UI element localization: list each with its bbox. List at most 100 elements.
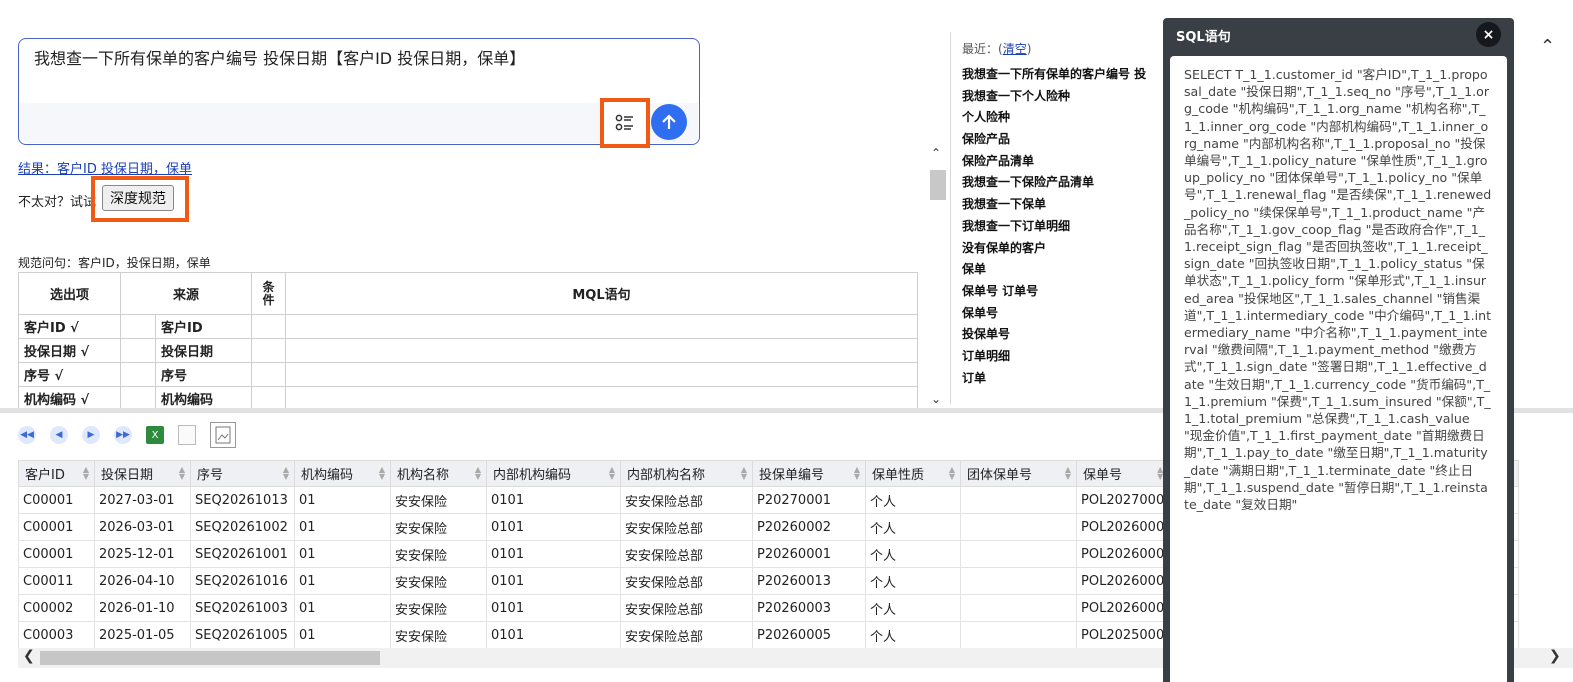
table-cell: POL2027000 [1075,486,1170,514]
table-cell: 个人 [865,567,961,595]
recent-item[interactable]: 没有保单的客户 [962,238,1167,260]
grid-toolbar: ◀◀ ◀ ▶ ▶▶ X [18,421,236,449]
grid-column-header[interactable]: 机构名称 ▲ ▼ [390,460,487,487]
mapping-table-clip: 选出项 来源 条件 MQL语句 客户ID √ 客户ID 投保日期 √ 投保日期 … [0,0,920,410]
recent-list: 我想查一下所有保单的客户编号 投 我想查一下个人险种 个人险种 保险产品 保险产… [962,64,1167,389]
horizontal-scroll-thumb[interactable] [40,651,380,665]
table-cell: P20270001 [752,486,866,514]
sql-popup-body[interactable]: SELECT T_1_1.customer_id "客户ID",T_1_1.pr… [1170,56,1507,682]
table-cell: 个人 [865,486,961,514]
grid-column-header[interactable]: 序号 ▲ ▼ [190,460,295,487]
recent-item[interactable]: 我想查一下所有保单的客户编号 投 [962,64,1167,86]
table-cell: 个人 [865,540,961,568]
excel-export-icon[interactable]: X [146,426,164,444]
sort-icon[interactable]: ▲▼ [179,466,185,481]
sort-icon[interactable]: ▲▼ [83,466,89,481]
table-cell: 0101 [486,567,621,595]
table-cell: P20260001 [752,540,866,568]
map-source-cell: 机构编码 [155,386,252,410]
sort-icon[interactable]: ▲▼ [854,466,860,481]
grid-column-header[interactable]: 保单性质 ▲ ▼ [865,460,961,487]
sort-icon[interactable]: ▲▼ [609,466,615,481]
recent-scrollbar[interactable]: ⌃ ⌄ [928,146,948,410]
table-cell: 0101 [486,621,621,649]
sort-icon[interactable]: ▲▼ [379,466,385,481]
grid-column-header[interactable]: 团体保单号 ▲ ▼ [960,460,1077,487]
table-cell: SEQ20261002 [190,513,295,541]
recent-item[interactable]: 我想查一下保险产品清单 [962,172,1167,194]
document-icon[interactable] [178,425,196,445]
prev-page-icon[interactable]: ◀ [50,426,68,444]
sql-statement: SELECT T_1_1.customer_id "客户ID",T_1_1.pr… [1184,67,1492,513]
table-cell: SEQ20261016 [190,567,295,595]
map-source-cell: 序号 [155,362,252,387]
table-cell: P20260005 [752,621,866,649]
sort-icon[interactable]: ▲▼ [949,466,955,481]
table-cell: C00001 [18,513,95,541]
next-page-icon[interactable]: ▶ [82,426,100,444]
map-select-cell: 客户ID √ [18,314,121,339]
table-cell: 01 [294,486,391,514]
recent-item[interactable]: 保险产品清单 [962,151,1167,173]
recent-item[interactable]: 投保单号 [962,324,1167,346]
table-cell: P20260003 [752,594,866,622]
recent-item[interactable]: 保单号 [962,303,1167,325]
table-cell: C00001 [18,540,95,568]
sql-popup: SQL语句 × SELECT T_1_1.customer_id "客户ID",… [1163,18,1514,682]
recent-item[interactable]: 我想查一下个人险种 [962,86,1167,108]
close-icon[interactable]: × [1476,22,1501,47]
clear-recent-link[interactable]: 清空 [1003,42,1027,56]
sort-icon[interactable]: ▲▼ [475,466,481,481]
chevron-up-icon[interactable]: ⌃ [931,146,941,160]
image-export-icon[interactable] [210,422,236,448]
map-source-cell: 客户ID [155,314,252,339]
map-source-cell: 投保日期 [155,338,252,363]
table-cell: POL2026000 [1075,594,1170,622]
table-cell: SEQ20261013 [190,486,295,514]
panel-divider [950,32,951,404]
recent-item[interactable]: 订单 [962,368,1167,390]
recent-label: 最近：(清空) [962,42,1032,56]
grid-column-header[interactable]: 机构编码 ▲ ▼ [294,460,391,487]
recent-item[interactable]: 保险产品 [962,129,1167,151]
table-cell [960,486,1077,514]
table-cell: 0101 [486,486,621,514]
grid-column-header[interactable]: 保单号 ▲ ▼ [1075,460,1170,487]
map-select-cell: 机构编码 √ [18,386,121,410]
table-cell: 安安保险 [390,540,487,568]
table-cell: SEQ20261005 [190,621,295,649]
scroll-thumb[interactable] [930,170,946,200]
grid-column-header[interactable]: 内部机构编码 ▲ ▼ [486,460,621,487]
page: 我想查一下所有保单的客户编号 投保日期【客户ID 投保日期，保单】 结果：客户I… [0,0,1573,682]
table-cell: 安安保险总部 [620,486,753,514]
collapse-chevron-icon[interactable]: ⌃ [1540,36,1555,57]
first-page-icon[interactable]: ◀◀ [18,426,36,444]
map-header-select: 选出项 [18,272,121,315]
grid-column-header[interactable]: 客户ID ▲ ▼ [18,460,95,487]
recent-item[interactable]: 我想查一下保单 [962,194,1167,216]
table-cell: C00002 [18,594,95,622]
recent-item[interactable]: 订单明细 [962,346,1167,368]
last-page-icon[interactable]: ▶▶ [114,426,132,444]
recent-item[interactable]: 个人险种 [962,107,1167,129]
table-cell: 个人 [865,621,961,649]
grid-column-header[interactable]: 投保单编号 ▲ ▼ [752,460,866,487]
recent-item[interactable]: 我想查一下订单明细 [962,216,1167,238]
table-cell: 个人 [865,513,961,541]
chevron-down-icon[interactable]: ⌄ [931,392,941,406]
grid-column-header[interactable]: 投保日期 ▲ ▼ [94,460,191,487]
recent-item[interactable]: 保单号 订单号 [962,281,1167,303]
map-header-condition: 条件 [251,272,286,315]
table-cell: SEQ20261001 [190,540,295,568]
recent-item[interactable]: 保单 [962,259,1167,281]
scroll-right-icon[interactable]: ❯ [1549,648,1561,664]
sort-icon[interactable]: ▲▼ [741,466,747,481]
map-select-cell: 投保日期 √ [18,338,121,363]
grid-column-header[interactable]: 内部机构名称 ▲ ▼ [620,460,753,487]
table-cell: 2026-04-10 [94,567,191,595]
table-cell: 安安保险总部 [620,513,753,541]
table-cell: 01 [294,513,391,541]
sort-icon[interactable]: ▲▼ [283,466,289,481]
sort-icon[interactable]: ▲▼ [1065,466,1071,481]
scroll-left-icon[interactable]: ❮ [23,648,35,664]
